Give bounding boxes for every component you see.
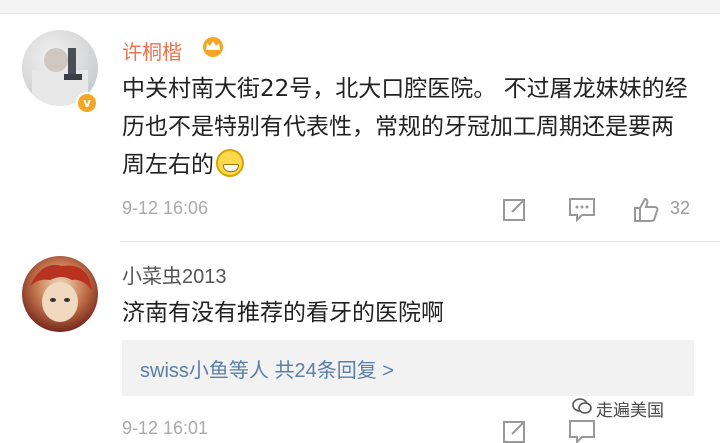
comment-icon[interactable] (568, 196, 596, 226)
username[interactable]: 许桐楷 (122, 36, 182, 65)
comment-icon[interactable] (568, 418, 596, 443)
replies-link[interactable]: swiss小鱼等人 共24条回复 > (140, 354, 394, 383)
avatar[interactable] (22, 256, 98, 332)
like-count: 32 (670, 198, 691, 218)
grin-emoji-icon (216, 149, 244, 177)
replies-preview[interactable]: swiss小鱼等人 共24条回复 > (122, 340, 694, 396)
crown-icon (203, 37, 223, 57)
verified-badge: v (76, 92, 98, 114)
wechat-icon (572, 398, 592, 414)
comment-item: v 许桐楷 中关村南大街22号，北大口腔医院。 不过屠龙妹妹的经历也不是特别有代… (0, 14, 720, 242)
comment-text: 中关村南大街22号，北大口腔医院。 不过屠龙妹妹的经历也不是特别有代表性，常规的… (122, 76, 688, 178)
watermark: 走遍美国 (572, 396, 664, 421)
timestamp: 9-12 16:06 (122, 198, 209, 218)
share-edit-icon[interactable] (502, 196, 528, 226)
top-separator (0, 0, 720, 14)
share-edit-icon[interactable] (502, 418, 528, 443)
comment-text: 济南有没有推荐的看牙的医院啊 (122, 300, 444, 326)
like-icon[interactable] (632, 196, 660, 228)
username[interactable]: 小菜虫2013 (122, 260, 227, 289)
timestamp: 9-12 16:01 (122, 418, 209, 438)
